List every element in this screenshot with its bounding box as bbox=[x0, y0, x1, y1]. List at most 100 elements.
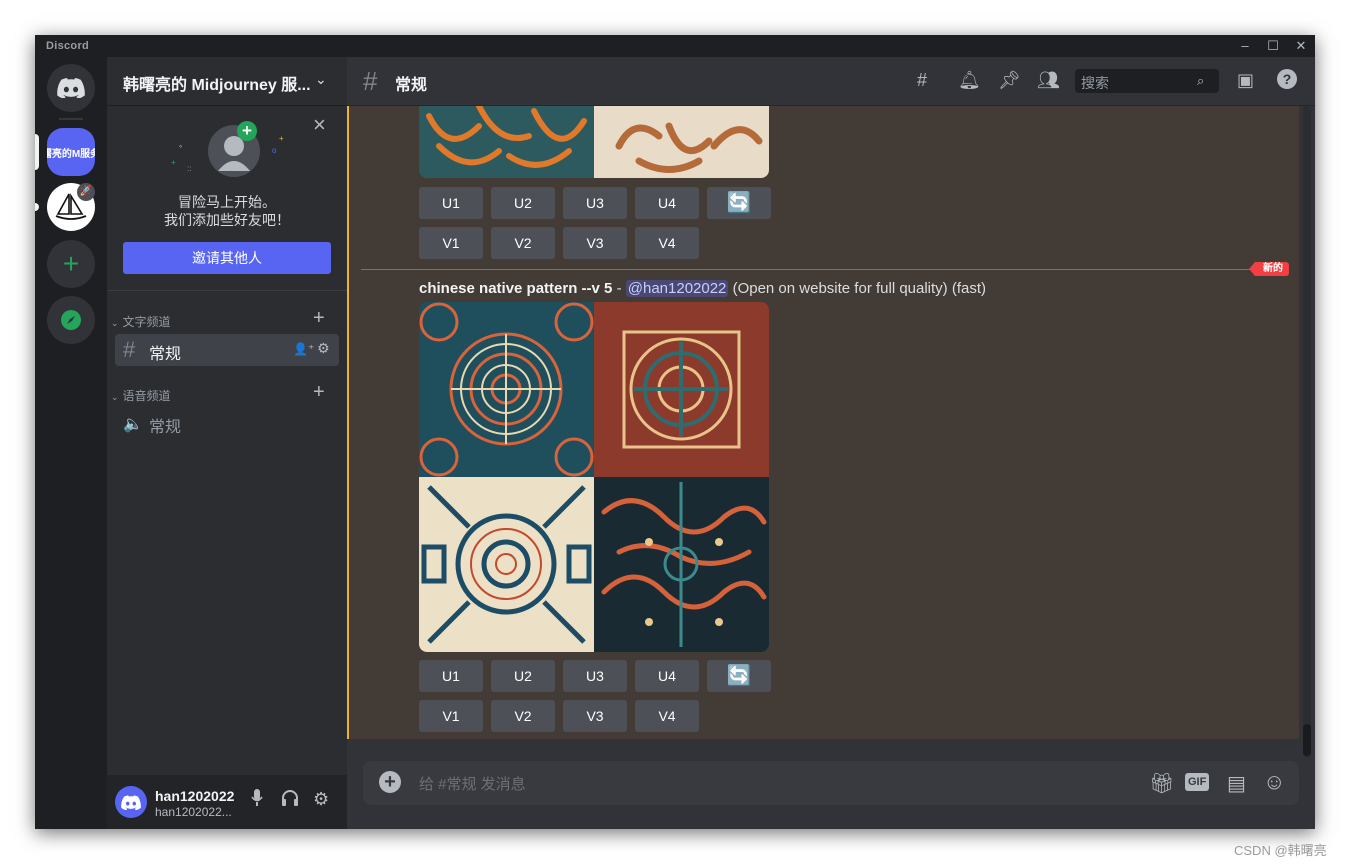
discord-logo-icon bbox=[57, 78, 85, 98]
variation-button[interactable]: V2 bbox=[491, 227, 555, 259]
search-icon: ⌕ bbox=[1197, 73, 1205, 88]
add-member-icon[interactable]: 👤⁺ bbox=[293, 342, 314, 356]
variation-button[interactable]: V3 bbox=[563, 227, 627, 259]
upscale-button[interactable]: U4 bbox=[635, 660, 699, 692]
add-friend-plus-icon: + bbox=[237, 121, 257, 141]
inbox-icon[interactable]: ▣ bbox=[1237, 70, 1254, 91]
search-placeholder: 搜索 bbox=[1081, 75, 1109, 91]
rail-separator bbox=[59, 118, 83, 120]
server-header[interactable]: 韩曙亮的 Midjourney 服... ⌄ bbox=[107, 57, 347, 106]
add-server-button[interactable]: + bbox=[47, 240, 95, 288]
emoji-icon[interactable]: ☺ bbox=[1263, 769, 1285, 795]
user-panel: han1202022 han1202022... ⚙ bbox=[107, 775, 347, 829]
channel-voice-general[interactable]: 🔈 常规 bbox=[115, 407, 339, 439]
variation-button[interactable]: V1 bbox=[419, 700, 483, 732]
category-text-channels[interactable]: ⌄ 文字频道 bbox=[111, 313, 171, 330]
scrollbar-thumb[interactable] bbox=[1303, 724, 1311, 756]
server-name: 韩曙亮的 Midjourney 服... bbox=[123, 77, 311, 94]
channel-header: # 常规 # 🔔︎ 📌︎ 👥︎ 搜索 ⌕ ▣ ? bbox=[347, 57, 1315, 106]
category-voice-channels[interactable]: ⌄ 语音频道 bbox=[111, 387, 171, 404]
title-bar: Discord – ☐ ✕ bbox=[35, 35, 1315, 57]
upscale-button[interactable]: U3 bbox=[563, 187, 627, 219]
app-title: Discord bbox=[46, 40, 90, 52]
message-input-placeholder: 给 #常规 发消息 bbox=[419, 776, 526, 793]
upscale-button[interactable]: U2 bbox=[491, 187, 555, 219]
threads-icon[interactable]: # bbox=[917, 70, 927, 91]
upscale-button[interactable]: U4 bbox=[635, 187, 699, 219]
avatar[interactable] bbox=[115, 786, 147, 818]
gif-button[interactable]: GIF bbox=[1185, 773, 1210, 791]
speaker-icon: 🔈 bbox=[123, 416, 143, 433]
server-rail: 曙亮的M服务 🚀 + bbox=[35, 57, 107, 829]
attach-plus-icon[interactable]: + bbox=[379, 771, 401, 793]
create-voice-channel-button[interactable]: + bbox=[313, 381, 325, 404]
create-channel-button[interactable]: + bbox=[313, 307, 325, 330]
sparkle-icon: :: bbox=[187, 164, 192, 173]
channel-label: 常规 bbox=[149, 419, 182, 436]
variation-button[interactable]: V2 bbox=[491, 700, 555, 732]
new-messages-divider bbox=[361, 269, 1269, 270]
compass-icon bbox=[61, 310, 81, 330]
channel-text-general[interactable]: # 常规 👤⁺ ⚙ bbox=[115, 334, 339, 366]
mention-highlight-bar bbox=[347, 106, 349, 739]
variation-button[interactable]: V1 bbox=[419, 227, 483, 259]
upscale-button[interactable]: U1 bbox=[419, 187, 483, 219]
sparkle-icon: + bbox=[171, 158, 176, 167]
image-grid-previous[interactable] bbox=[419, 106, 769, 178]
hashtag-icon: # bbox=[363, 66, 378, 96]
category-label: 文字频道 bbox=[122, 315, 171, 329]
members-icon[interactable]: 👥︎ bbox=[1037, 70, 1060, 91]
invite-text-1: 冒险马上开始。 bbox=[178, 194, 276, 210]
image-grid-generated[interactable] bbox=[419, 302, 769, 652]
gift-icon[interactable]: 🎁︎ bbox=[1149, 771, 1174, 796]
server-icon-midjourney-private[interactable]: 曙亮的M服务 bbox=[47, 128, 95, 176]
maximize-button[interactable]: ☐ bbox=[1259, 37, 1287, 55]
search-input[interactable]: 搜索 ⌕ bbox=[1075, 69, 1219, 93]
unread-server-indicator bbox=[35, 203, 39, 211]
variation-button[interactable]: V3 bbox=[563, 700, 627, 732]
channel-title: 常规 bbox=[395, 77, 428, 94]
server-icon-midjourney[interactable]: 🚀 bbox=[47, 183, 95, 231]
close-window-button[interactable]: ✕ bbox=[1287, 37, 1315, 55]
new-messages-badge: 新的 bbox=[1249, 262, 1289, 276]
explore-servers-button[interactable] bbox=[47, 296, 95, 344]
user-settings-gear-icon[interactable]: ⚙ bbox=[313, 789, 329, 810]
invite-card: × ° + :: o + + 冒险马上开始。 我们添加些好友吧！ 邀请其他人 bbox=[107, 106, 347, 291]
sparkle-icon: o bbox=[272, 146, 277, 155]
scrollbar-track[interactable] bbox=[1303, 106, 1311, 758]
variation-button[interactable]: V4 bbox=[635, 700, 699, 732]
active-server-indicator bbox=[35, 134, 39, 170]
bell-icon[interactable]: 🔔︎ bbox=[958, 70, 981, 91]
invite-button[interactable]: 邀请其他人 bbox=[123, 242, 331, 274]
username: han1202022 bbox=[155, 788, 235, 804]
channel-label: 常规 bbox=[149, 346, 182, 363]
pin-icon[interactable]: 📌︎ bbox=[998, 70, 1021, 91]
microphone-icon[interactable] bbox=[251, 789, 263, 812]
reroll-button[interactable]: 🔄 bbox=[707, 660, 771, 692]
close-icon[interactable]: × bbox=[313, 112, 326, 138]
user-mention[interactable]: @han1202022 bbox=[625, 280, 729, 297]
message-prompt: chinese native pattern --v 5 - @han12020… bbox=[419, 280, 986, 297]
caret-down-icon: ⌄ bbox=[111, 392, 119, 402]
help-icon[interactable]: ? bbox=[1277, 69, 1297, 89]
category-label: 语音频道 bbox=[122, 389, 171, 403]
gear-icon[interactable]: ⚙ bbox=[317, 340, 330, 357]
prompt-separator: - bbox=[612, 280, 626, 297]
variation-button[interactable]: V4 bbox=[635, 227, 699, 259]
user-tag: han1202022... bbox=[155, 805, 232, 819]
discord-logo-icon bbox=[121, 794, 141, 810]
home-button[interactable] bbox=[47, 64, 95, 112]
invite-text-2: 我们添加些好友吧！ bbox=[164, 212, 290, 228]
upscale-button[interactable]: U1 bbox=[419, 660, 483, 692]
reroll-button[interactable]: 🔄 bbox=[707, 187, 771, 219]
discord-window: Discord – ☐ ✕ 曙亮的M服务 🚀 + bbox=[35, 35, 1315, 829]
headphones-icon[interactable] bbox=[281, 789, 299, 812]
message-list: U1 U2 U3 U4 🔄 V1 V2 V3 V4 新的 chinese nat… bbox=[347, 106, 1299, 739]
sparkle-icon: ° bbox=[179, 144, 183, 153]
message-composer[interactable]: + 给 #常规 发消息 🎁︎ GIF ▤ ☺ bbox=[363, 761, 1299, 805]
minimize-button[interactable]: – bbox=[1231, 37, 1259, 55]
upscale-button[interactable]: U3 bbox=[563, 660, 627, 692]
upscale-button[interactable]: U2 bbox=[491, 660, 555, 692]
hashtag-icon: # bbox=[123, 337, 136, 362]
sticker-icon[interactable]: ▤ bbox=[1227, 771, 1246, 796]
